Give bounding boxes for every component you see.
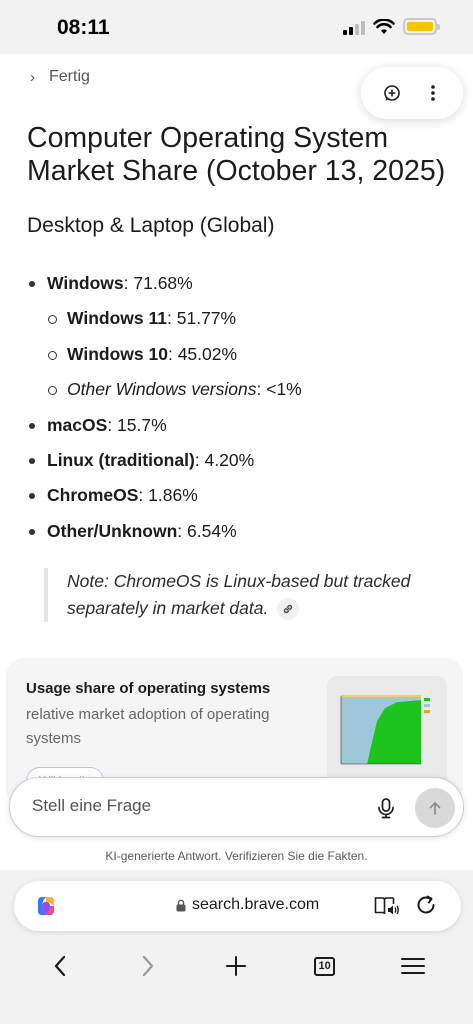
ai-disclaimer: KI-generierte Antwort. Verifizieren Sie … bbox=[105, 849, 368, 863]
tabs-button[interactable]: 10 bbox=[305, 950, 345, 982]
menu-button[interactable] bbox=[393, 950, 433, 982]
os-name: Windows 10 bbox=[67, 343, 168, 364]
os-name: Windows 11 bbox=[67, 308, 168, 329]
os-name: Linux (traditional) bbox=[47, 449, 195, 470]
collapse-label: Fertig bbox=[49, 68, 90, 85]
answer-panel: › Fertig Computer Operating System Marke… bbox=[0, 54, 473, 874]
ask-bar bbox=[9, 777, 464, 837]
list-item: Linux (traditional): 4.20% bbox=[27, 445, 457, 480]
os-share: <1% bbox=[266, 379, 302, 400]
note-blockquote: Note: ChromeOS is Linux-based but tracke… bbox=[44, 568, 444, 622]
wifi-icon bbox=[373, 18, 395, 34]
microphone-icon[interactable] bbox=[374, 796, 398, 820]
battery-icon bbox=[403, 18, 440, 35]
list-item: Windows: 71.68% bbox=[27, 268, 457, 303]
send-button[interactable] bbox=[415, 788, 455, 828]
cellular-signal-icon bbox=[343, 19, 365, 35]
back-button[interactable] bbox=[40, 950, 80, 982]
hamburger-menu-icon bbox=[400, 958, 425, 974]
lock-icon bbox=[176, 899, 186, 911]
answer-title: Computer Operating System Market Share (… bbox=[27, 122, 446, 187]
os-share: 45.02% bbox=[177, 343, 238, 364]
card-description: relative market adoption of operating sy… bbox=[26, 706, 270, 747]
os-share: 4.20% bbox=[204, 449, 255, 470]
ask-input[interactable] bbox=[32, 796, 352, 816]
list-item: ChromeOS: 1.86% bbox=[27, 480, 457, 515]
os-share: 15.7% bbox=[117, 414, 167, 435]
tab-count: 10 bbox=[314, 956, 336, 976]
link-icon[interactable] bbox=[277, 598, 300, 621]
bottom-navigation: 10 bbox=[0, 946, 473, 986]
chevron-right-icon bbox=[143, 955, 154, 977]
floating-actions bbox=[361, 67, 463, 119]
list-item: Other/Unknown: 6.54% bbox=[27, 516, 457, 551]
chat-plus-icon[interactable] bbox=[381, 82, 403, 104]
os-share: 51.77% bbox=[176, 308, 237, 329]
plus-icon bbox=[226, 956, 247, 976]
reload-icon[interactable] bbox=[414, 893, 438, 917]
forward-button[interactable] bbox=[128, 950, 168, 982]
list-item: Other Windows versions: <1% bbox=[27, 374, 457, 409]
chevron-right-icon: › bbox=[30, 68, 35, 86]
url-text: search.brave.com bbox=[192, 896, 320, 913]
os-name: macOS bbox=[47, 414, 108, 435]
browser-toolbar: search.brave.com 10 bbox=[0, 870, 473, 1024]
list-item: Windows 11: 51.77% bbox=[27, 303, 457, 338]
card-title: Usage share of operating systems bbox=[26, 680, 271, 697]
os-share: 71.68% bbox=[133, 273, 193, 293]
arrow-up-icon bbox=[429, 802, 441, 815]
collapse-toggle[interactable]: › Fertig bbox=[30, 68, 90, 86]
reader-mode-icon[interactable] bbox=[374, 895, 400, 917]
more-vertical-icon[interactable] bbox=[422, 82, 444, 104]
new-tab-button[interactable] bbox=[216, 950, 256, 982]
os-share: 1.86% bbox=[148, 485, 198, 506]
leo-ai-icon[interactable] bbox=[33, 893, 59, 919]
url-display[interactable]: search.brave.com bbox=[176, 896, 319, 914]
list-item: macOS: 15.7% bbox=[27, 410, 457, 445]
status-bar: 08:11 bbox=[0, 0, 473, 54]
os-name: Windows bbox=[47, 273, 124, 293]
market-share-list: Windows: 71.68% Windows 11: 51.77% Windo… bbox=[27, 268, 457, 551]
os-name: ChromeOS bbox=[47, 485, 139, 506]
address-bar[interactable]: search.brave.com bbox=[14, 881, 461, 931]
status-icons bbox=[343, 18, 440, 35]
os-share: 6.54% bbox=[187, 520, 237, 541]
list-item: Windows 10: 45.02% bbox=[27, 339, 457, 374]
chevron-left-icon bbox=[54, 955, 66, 977]
os-name: Other/Unknown bbox=[47, 520, 178, 541]
section-heading: Desktop & Laptop (Global) bbox=[27, 214, 275, 237]
status-time: 08:11 bbox=[57, 16, 110, 39]
note-text: Note: ChromeOS is Linux-based but tracke… bbox=[67, 571, 411, 618]
os-name: Other Windows versions bbox=[67, 379, 257, 400]
